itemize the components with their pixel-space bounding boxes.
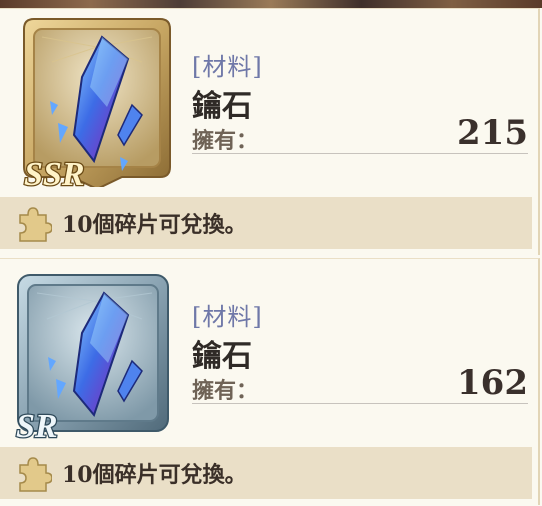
owned-count: 162 [457,363,528,403]
rarity-badge-sr: SR [16,408,58,441]
item-category: [材料] [192,303,263,331]
exchange-text: 10個碎片可兌換。 [62,462,247,488]
item-name: 鑰石 [192,89,252,124]
exchange-info-bar: 10個碎片可兌換。 [0,447,532,499]
divider [192,153,528,154]
rarity-badge-ssr: SSR [24,156,85,187]
exchange-text: 10個碎片可兌換。 [62,212,247,238]
puzzle-piece-icon [14,205,53,243]
item-card-ssr[interactable]: SSR [材料] 鑰石 擁有： 215 10個碎片可兌換。 [0,8,540,255]
item-icon-sr: SR [12,271,182,441]
divider [192,403,528,404]
item-icon-ssr: SSR [12,17,182,187]
owned-label: 擁有： [192,378,259,404]
item-category: [材料] [192,53,263,81]
top-decoration-strip [0,0,542,8]
item-card-sr[interactable]: SR [材料] 鑰石 擁有： 162 10個碎片可兌換。 [0,258,540,505]
puzzle-piece-icon [14,455,53,493]
owned-label: 擁有： [192,128,259,154]
item-name: 鑰石 [192,339,252,374]
exchange-info-bar: 10個碎片可兌換。 [0,197,532,249]
owned-count: 215 [457,113,528,153]
